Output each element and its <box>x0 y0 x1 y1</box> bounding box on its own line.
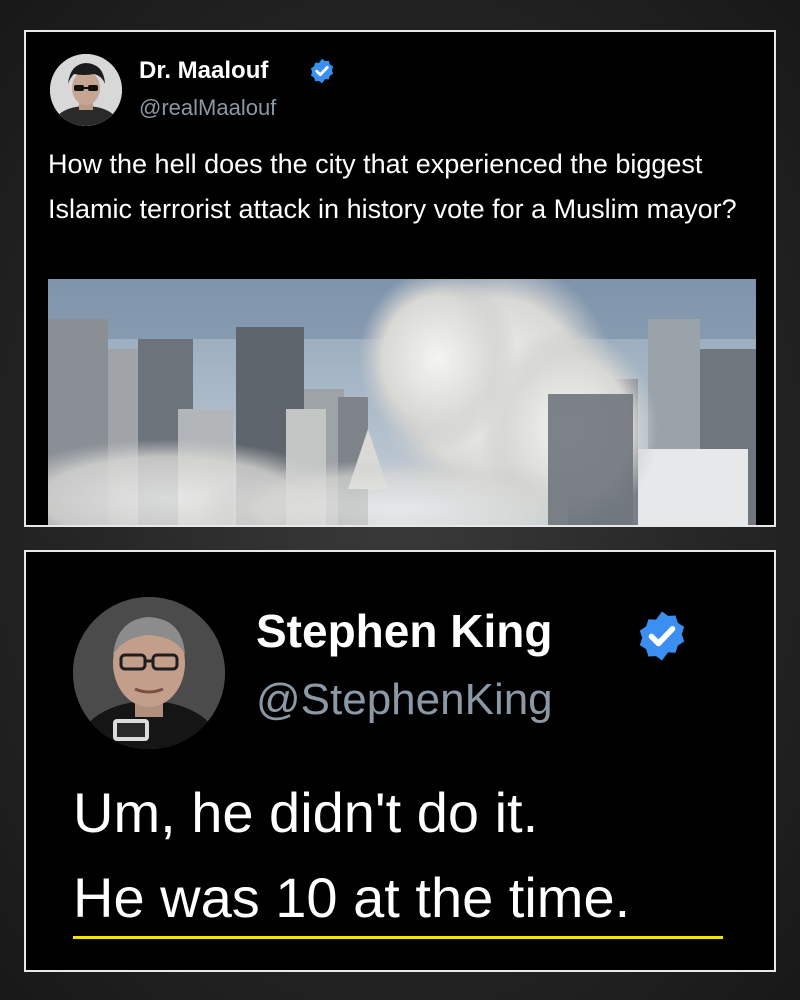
avatar-stephenking[interactable] <box>73 597 225 749</box>
verified-badge-icon <box>310 58 334 84</box>
tweet-card-maalouf: Dr. Maalouf @realMaalouf How the hell do… <box>24 30 776 527</box>
verified-badge-icon <box>639 611 685 661</box>
highlight-underline <box>73 936 723 939</box>
tweet-text: How the hell does the city that experien… <box>48 149 737 224</box>
avatar-maalouf[interactable] <box>50 54 122 126</box>
author-handle[interactable]: @StephenKing <box>256 675 553 725</box>
author-name[interactable]: Stephen King <box>256 604 552 658</box>
tweet-text-line-2: He was 10 at the time. <box>73 866 631 929</box>
tweet-text-line-1: Um, he didn't do it. <box>73 781 539 844</box>
author-name[interactable]: Dr. Maalouf <box>139 57 268 85</box>
author-handle[interactable]: @realMaalouf <box>139 95 276 121</box>
tweet-photo[interactable] <box>48 279 756 525</box>
tweet-card-stephenking: Stephen King @StephenKing Um, he didn't … <box>24 550 776 972</box>
